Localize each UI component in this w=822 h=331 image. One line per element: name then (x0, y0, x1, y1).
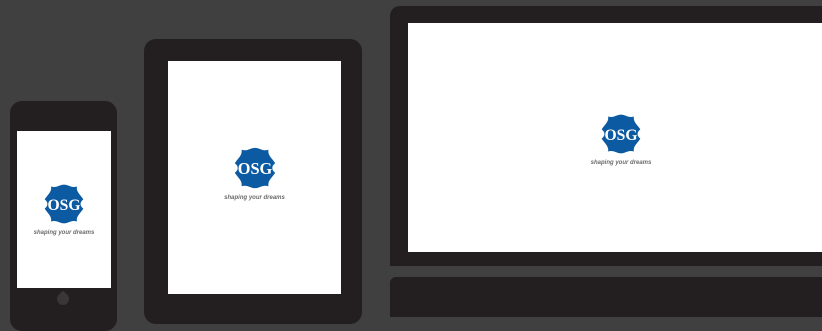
osg-logo-icon (41, 181, 87, 227)
phone-home-button[interactable] (54, 290, 72, 308)
osg-logo-icon (598, 111, 644, 157)
phone-device: shaping your dreams (10, 101, 117, 331)
logo-tagline: shaping your dreams (33, 230, 95, 236)
osg-logo: shaping your dreams (408, 111, 822, 166)
tablet-device: shaping your dreams (144, 39, 362, 324)
laptop-device: shaping your dreams (390, 6, 822, 266)
laptop-keyboard-base (390, 277, 822, 317)
osg-logo: shaping your dreams (168, 144, 341, 201)
logo-tagline: shaping your dreams (224, 195, 285, 201)
tablet-screen: shaping your dreams (168, 61, 341, 294)
logo-tagline: shaping your dreams (590, 160, 652, 166)
phone-screen: shaping your dreams (17, 131, 111, 288)
osg-logo: shaping your dreams (17, 181, 111, 236)
laptop-screen: shaping your dreams (408, 23, 822, 252)
osg-logo-icon (231, 144, 279, 192)
